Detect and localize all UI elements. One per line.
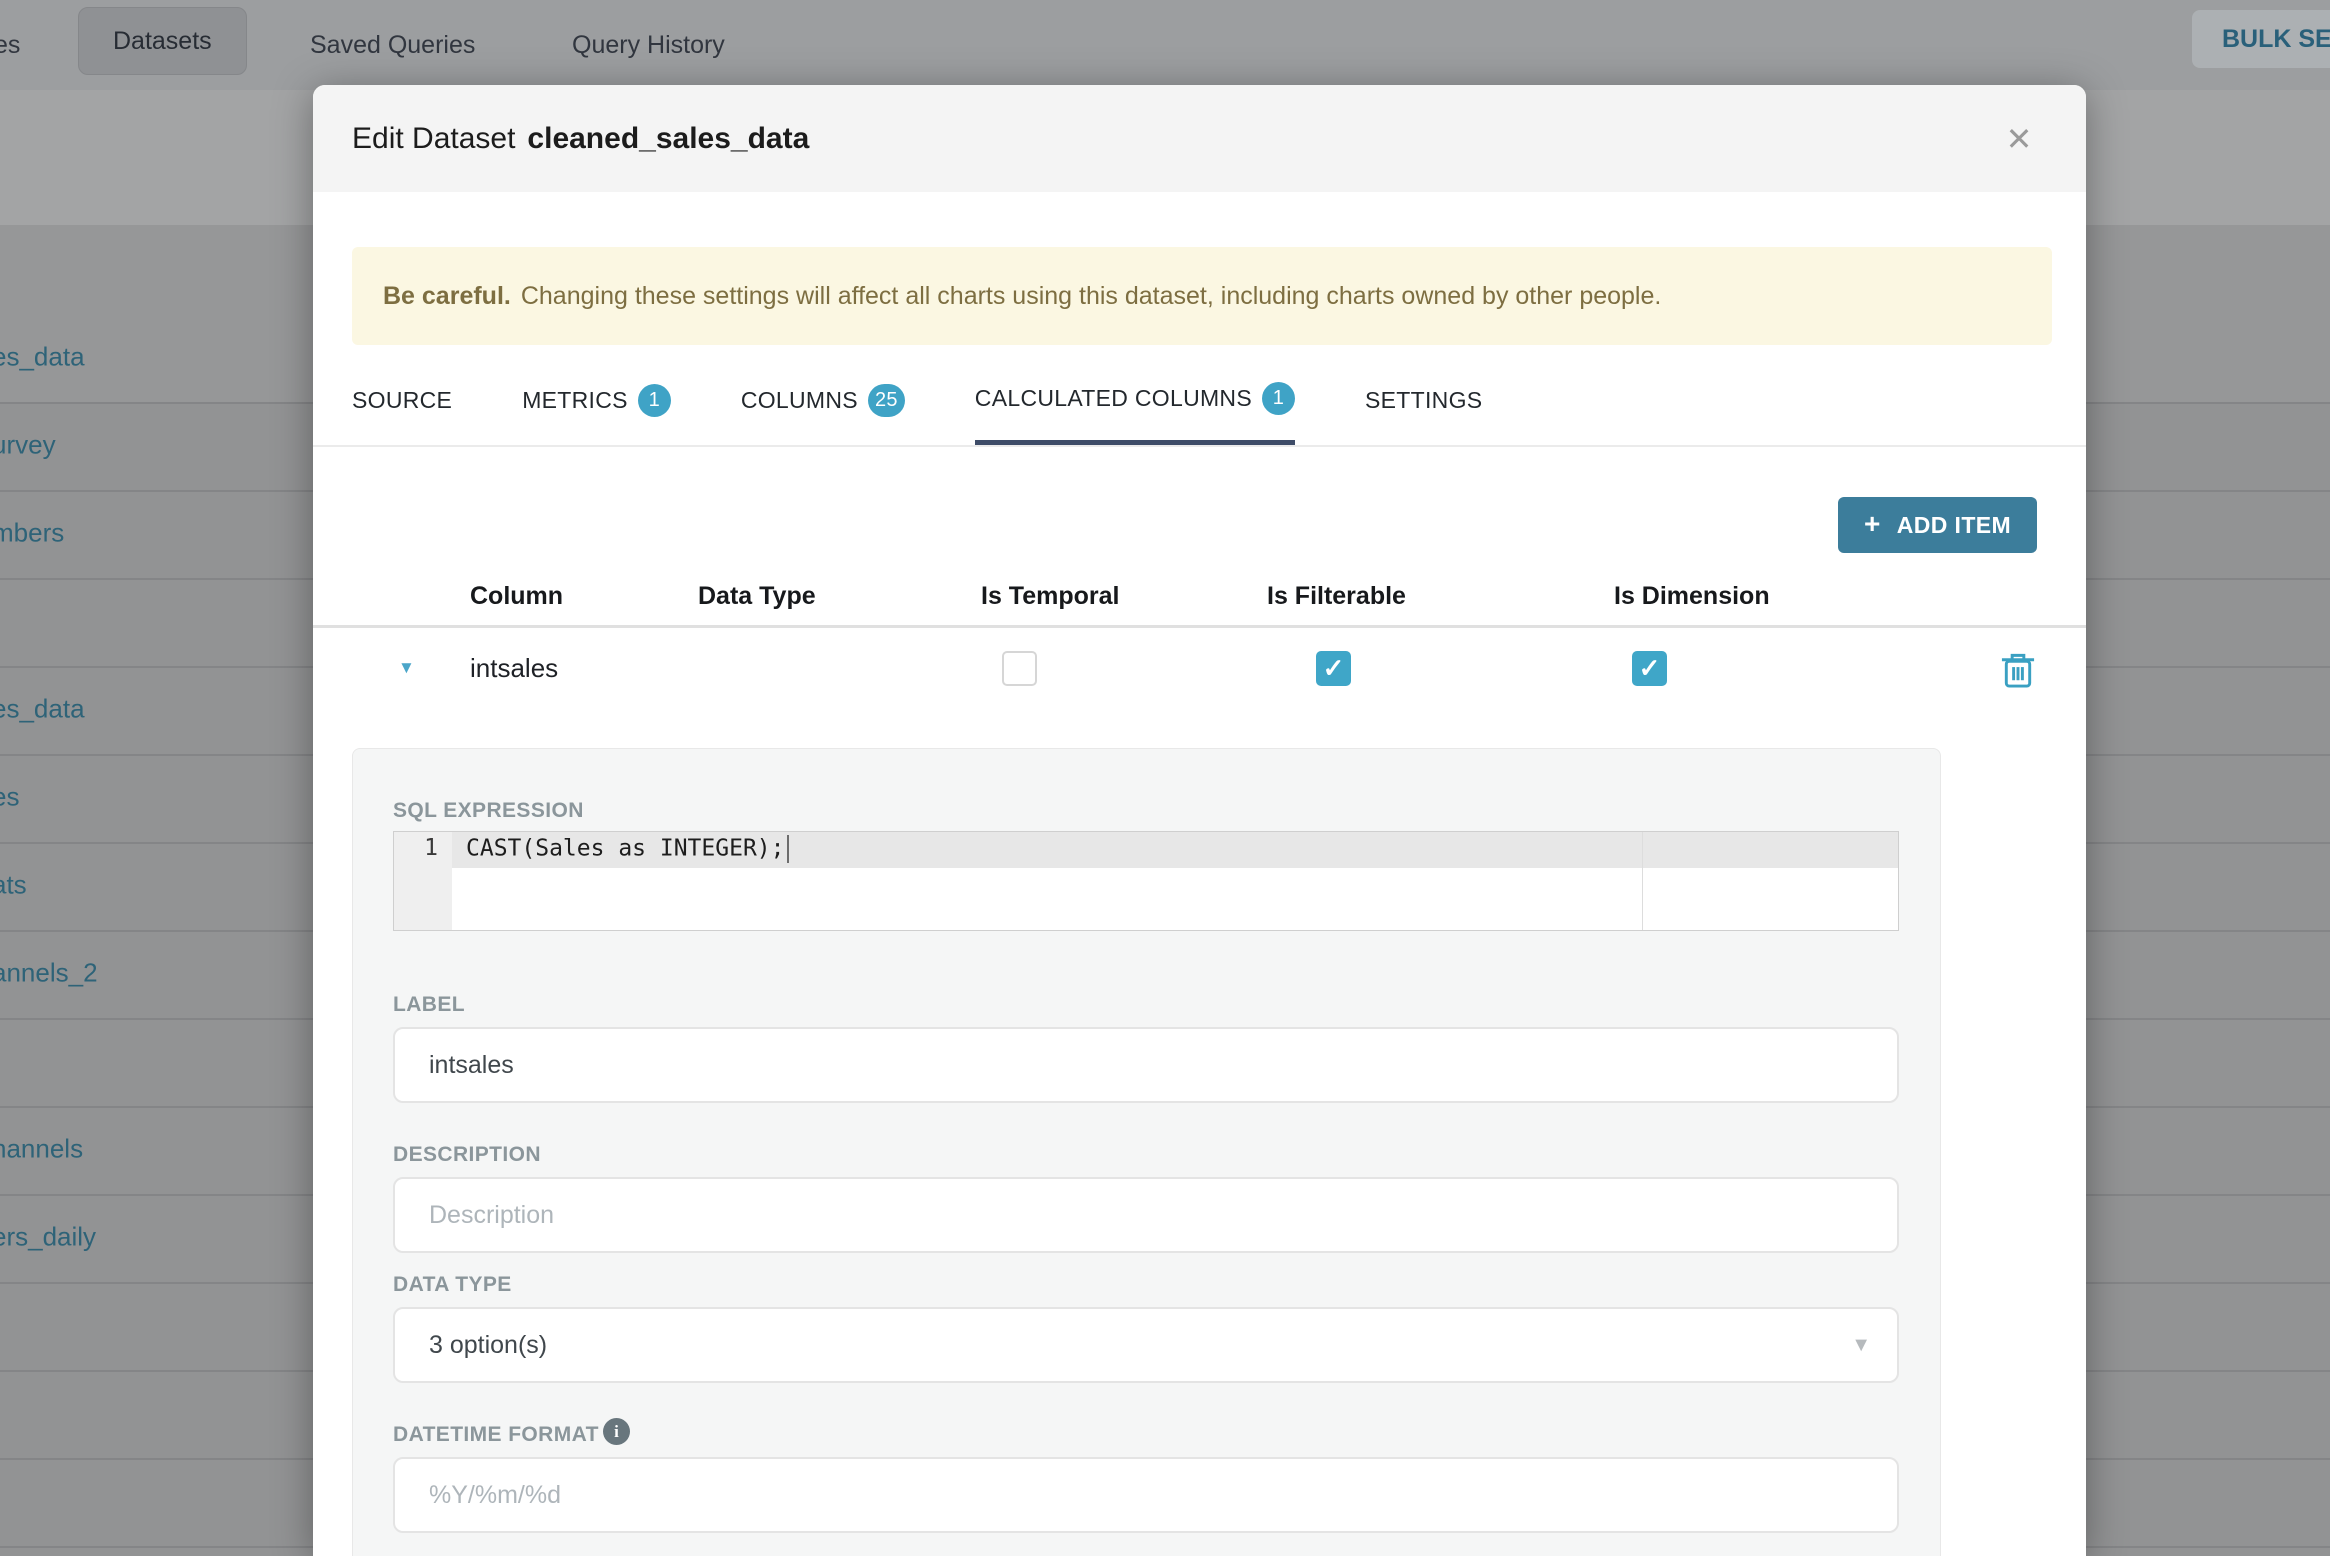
warning-text: Changing these settings will affect all … xyxy=(520,281,1662,310)
header-is-temporal: Is Temporal xyxy=(981,582,1120,610)
info-icon[interactable]: i xyxy=(603,1418,630,1445)
add-item-label: ADD ITEM xyxy=(1896,511,2012,538)
editor-line-number: 1 xyxy=(424,835,438,861)
background-top-nav: es Datasets Saved Queries Query History … xyxy=(0,0,2330,90)
header-data-type: Data Type xyxy=(698,582,816,610)
background-dataset-link[interactable]: urvey xyxy=(0,430,56,461)
background-dataset-link[interactable]: es xyxy=(0,782,19,813)
sql-expression-editor[interactable]: 1 CAST(Sales as INTEGER); xyxy=(393,831,1899,931)
is-temporal-checkbox[interactable] xyxy=(1002,651,1037,686)
select-caret-icon: ▼ xyxy=(1851,1333,1871,1356)
data-type-field-label: DATA TYPE xyxy=(393,1273,512,1296)
bulk-select-button[interactable]: BULK SELE xyxy=(2192,10,2330,68)
table-divider xyxy=(313,625,2086,628)
tab-source[interactable]: SOURCE xyxy=(352,370,452,445)
header-is-filterable: Is Filterable xyxy=(1267,582,1406,610)
background-dataset-link[interactable]: annels_2 xyxy=(0,958,98,989)
datetime-format-field-label: DATETIME FORMAT xyxy=(393,1423,599,1446)
editor-print-margin xyxy=(1642,832,1643,930)
header-column: Column xyxy=(470,582,564,610)
tab-metrics[interactable]: METRICS 1 xyxy=(522,370,671,445)
description-input[interactable] xyxy=(393,1177,1899,1253)
add-item-button[interactable]: + ADD ITEM xyxy=(1838,497,2037,553)
tab-calculated-columns[interactable]: CALCULATED COLUMNS 1 xyxy=(974,370,1295,445)
editor-code: CAST(Sales as INTEGER); xyxy=(466,835,789,863)
nav-tab-saved-queries[interactable]: Saved Queries xyxy=(310,0,475,90)
warning-banner: Be careful. Changing these settings will… xyxy=(352,247,2052,345)
close-icon[interactable]: ✕ xyxy=(1998,118,2040,160)
modal-title-prefix: Edit Dataset xyxy=(352,121,516,155)
tab-columns-label: COLUMNS xyxy=(740,387,858,413)
nav-tab-datasets[interactable]: Datasets xyxy=(78,7,247,75)
data-type-value: 3 option(s) xyxy=(429,1330,548,1359)
plus-icon: + xyxy=(1863,507,1881,539)
label-input[interactable] xyxy=(393,1027,1899,1103)
calculated-columns-count-badge: 1 xyxy=(1262,381,1295,415)
row-expand-caret-icon[interactable]: ▼ xyxy=(398,658,415,678)
nav-tab-query-history[interactable]: Query History xyxy=(572,0,725,90)
sql-expression-label: SQL EXPRESSION xyxy=(393,799,584,822)
background-dataset-link[interactable]: ats xyxy=(0,870,27,901)
tab-settings-label: SETTINGS xyxy=(1365,387,1483,413)
header-is-dimension: Is Dimension xyxy=(1614,582,1770,610)
label-field-label: LABEL xyxy=(393,993,465,1016)
tab-metrics-label: METRICS xyxy=(522,387,628,413)
is-filterable-checkbox[interactable]: ✓ xyxy=(1316,651,1351,686)
background-dataset-link[interactable]: hannels xyxy=(0,1134,83,1165)
tab-source-label: SOURCE xyxy=(352,387,453,413)
editor-cursor xyxy=(786,835,789,863)
warning-bold-text: Be careful. xyxy=(383,281,511,310)
columns-count-badge: 25 xyxy=(867,384,905,417)
edit-dataset-modal: Edit Dataset cleaned_sales_data ✕ Be car… xyxy=(313,85,2086,1556)
data-type-select[interactable]: 3 option(s) ▼ xyxy=(393,1307,1899,1383)
calculated-column-detail-panel: SQL EXPRESSION 1 CAST(Sales as INTEGER);… xyxy=(352,748,1941,1556)
tab-settings[interactable]: SETTINGS xyxy=(1365,370,1482,445)
modal-tabs: SOURCE METRICS 1 COLUMNS 25 CALCULATED C… xyxy=(313,370,2086,447)
screen: es Datasets Saved Queries Query History … xyxy=(0,0,2330,1556)
tab-calculated-columns-label: CALCULATED COLUMNS xyxy=(974,384,1252,411)
modal-title-dataset-name: cleaned_sales_data xyxy=(527,121,810,155)
description-field-label: DESCRIPTION xyxy=(393,1143,541,1166)
datetime-format-input[interactable] xyxy=(393,1457,1899,1533)
metrics-count-badge: 1 xyxy=(637,384,671,417)
nav-tab-partial[interactable]: es xyxy=(0,0,20,90)
is-dimension-checkbox[interactable]: ✓ xyxy=(1632,651,1667,686)
background-dataset-link[interactable]: es_data xyxy=(0,342,85,373)
column-name: intsales xyxy=(470,653,559,683)
tab-columns[interactable]: COLUMNS 25 xyxy=(741,370,905,445)
background-dataset-link[interactable]: ers_daily xyxy=(0,1222,96,1253)
trash-icon[interactable] xyxy=(2000,651,2036,689)
background-dataset-link[interactable]: mbers xyxy=(0,518,64,549)
modal-title: Edit Dataset cleaned_sales_data xyxy=(352,85,809,192)
modal-header: Edit Dataset cleaned_sales_data ✕ xyxy=(313,85,2086,192)
background-dataset-link[interactable]: es_data xyxy=(0,694,85,725)
